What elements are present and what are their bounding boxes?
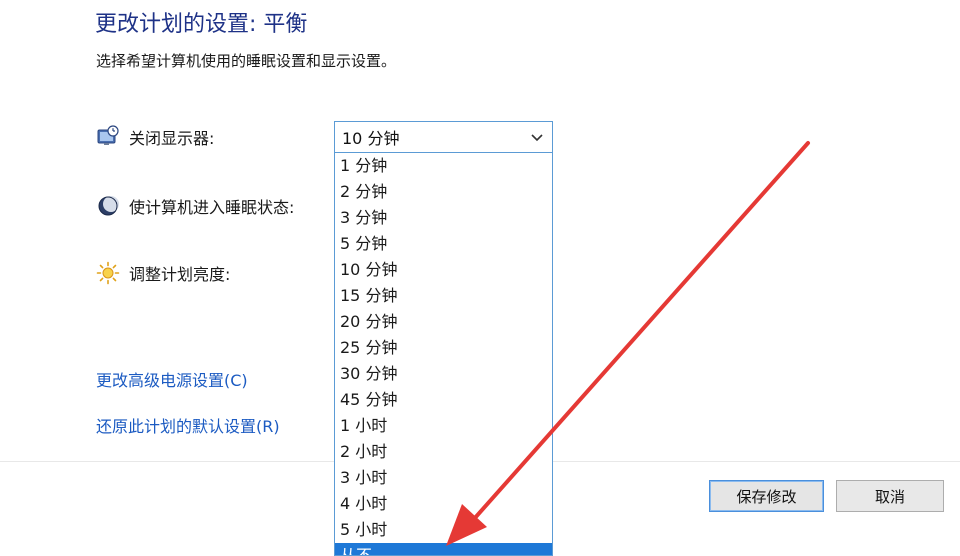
dropdown-option[interactable]: 15 分钟 — [335, 283, 552, 309]
display-off-select[interactable]: 10 分钟 — [334, 121, 553, 153]
dropdown-option[interactable]: 20 分钟 — [335, 309, 552, 335]
restore-defaults-link[interactable]: 还原此计划的默认设置(R) — [96, 413, 280, 437]
dropdown-option[interactable]: 5 分钟 — [335, 231, 552, 257]
dropdown-option-never[interactable]: 从不 — [335, 543, 552, 555]
sleep-label: 使计算机进入睡眠状态: — [129, 198, 295, 217]
page-title: 更改计划的设置: 平衡 — [95, 12, 308, 37]
advanced-power-settings-link[interactable]: 更改高级电源设置(C) — [96, 367, 248, 391]
dropdown-option[interactable]: 1 小时 — [335, 413, 552, 439]
monitor-clock-icon — [95, 124, 121, 150]
dropdown-option[interactable]: 45 分钟 — [335, 387, 552, 413]
display-off-row: 关闭显示器: — [95, 123, 214, 151]
dropdown-option[interactable]: 3 分钟 — [335, 205, 552, 231]
moon-icon — [95, 193, 121, 219]
save-button[interactable]: 保存修改 — [709, 480, 824, 512]
dropdown-option[interactable]: 25 分钟 — [335, 335, 552, 361]
dropdown-option[interactable]: 3 小时 — [335, 465, 552, 491]
brightness-row: 调整计划亮度: — [95, 259, 230, 287]
dropdown-option[interactable]: 2 小时 — [335, 439, 552, 465]
chevron-down-icon[interactable] — [529, 128, 545, 146]
display-off-label: 关闭显示器: — [129, 129, 215, 148]
dropdown-option[interactable]: 30 分钟 — [335, 361, 552, 387]
sun-icon — [95, 260, 121, 286]
dropdown-option[interactable]: 10 分钟 — [335, 257, 552, 283]
sleep-row: 使计算机进入睡眠状态: — [95, 192, 294, 220]
dropdown-option[interactable]: 2 分钟 — [335, 179, 552, 205]
display-off-select-value: 10 分钟 — [342, 129, 400, 148]
page-subtitle: 选择希望计算机使用的睡眠设置和显示设置。 — [96, 52, 397, 70]
cancel-button[interactable]: 取消 — [836, 480, 944, 512]
power-plan-settings-window: 更改计划的设置: 平衡 选择希望计算机使用的睡眠设置和显示设置。 关闭显示器: … — [0, 0, 960, 556]
dropdown-option[interactable]: 1 分钟 — [335, 153, 552, 179]
dropdown-option[interactable]: 5 小时 — [335, 517, 552, 543]
brightness-label: 调整计划亮度: — [129, 265, 231, 284]
dropdown-option[interactable]: 4 小时 — [335, 491, 552, 517]
display-off-dropdown-list: 1 分钟 2 分钟 3 分钟 5 分钟 10 分钟 15 分钟 20 分钟 25… — [334, 153, 553, 556]
